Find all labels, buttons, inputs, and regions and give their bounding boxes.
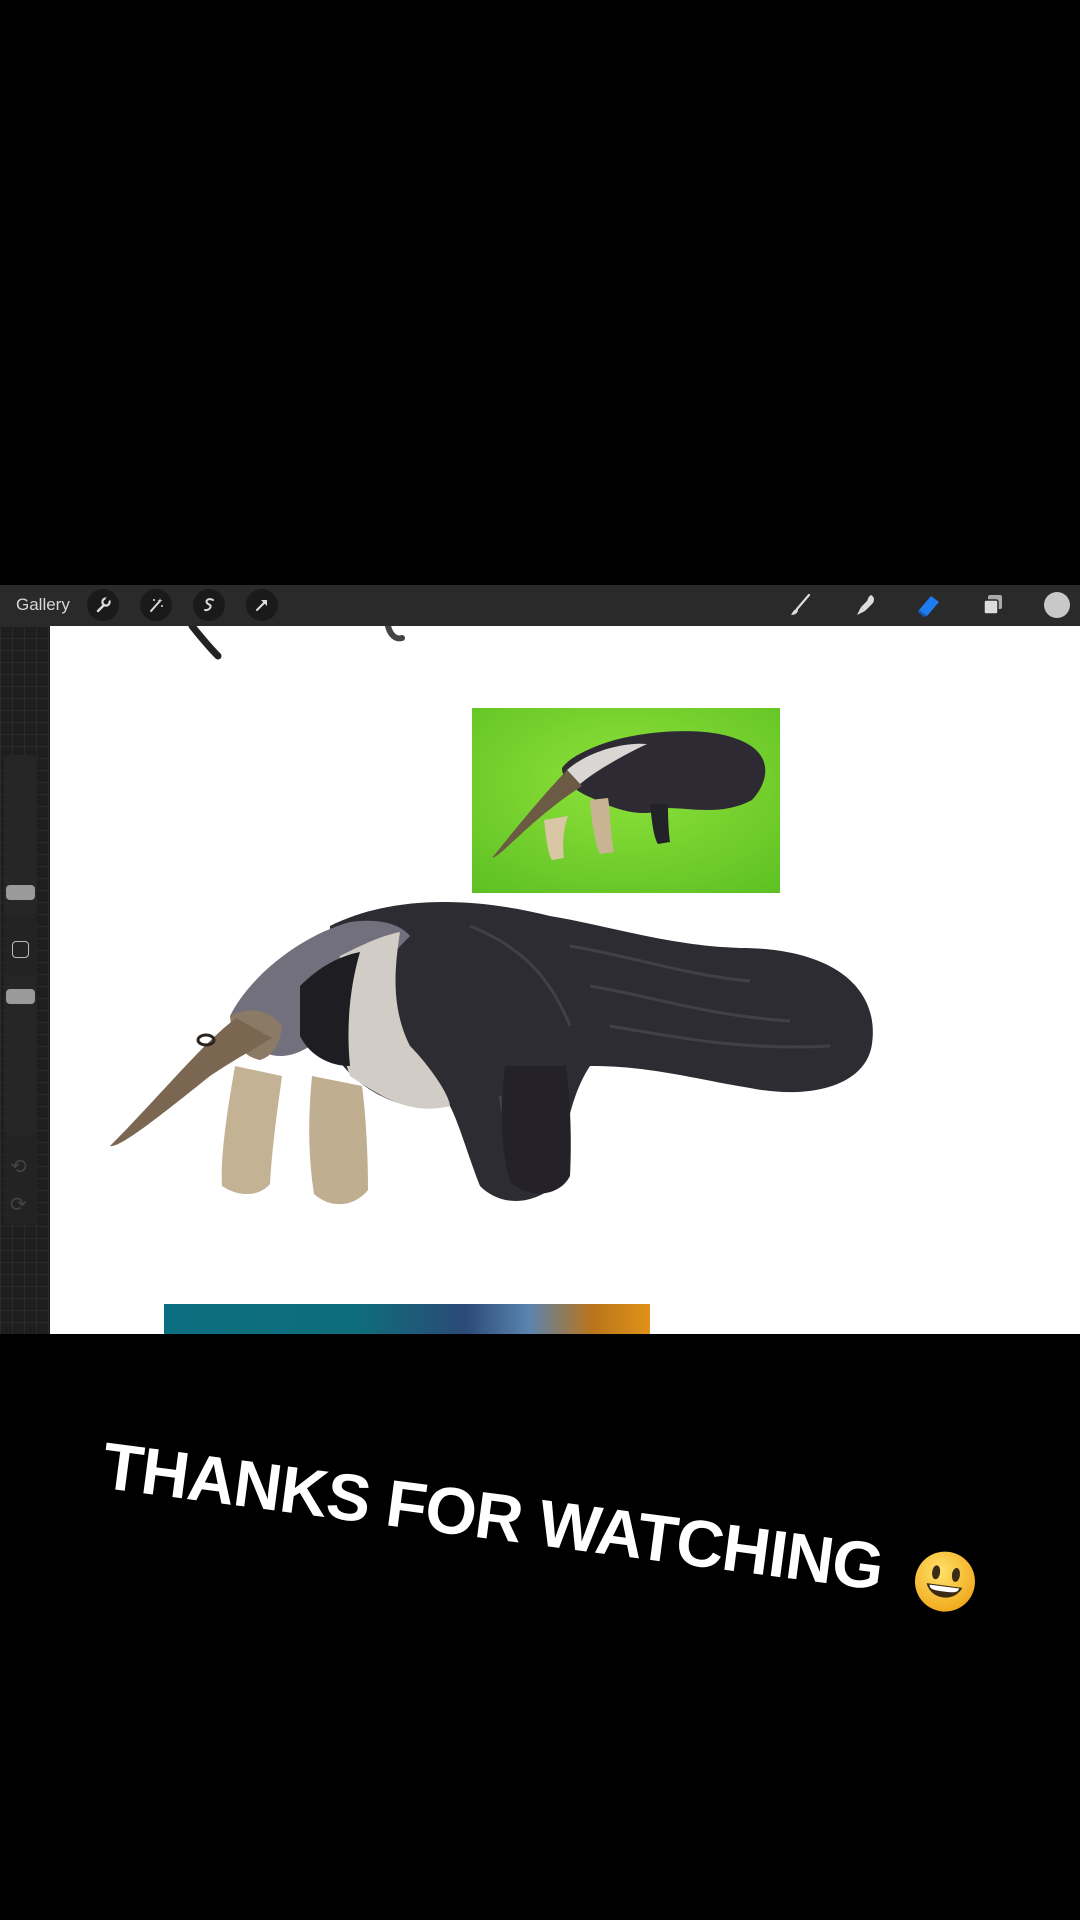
undo-icon[interactable]: ⟲ <box>10 1154 27 1179</box>
brush-size-slider[interactable] <box>4 755 37 915</box>
redo-icon[interactable]: ⟳ <box>10 1192 27 1217</box>
thanks-text: THANKS FOR WATCHING <box>98 1427 888 1605</box>
wrench-icon <box>96 596 111 613</box>
color-swatch <box>1044 592 1070 618</box>
gallery-button[interactable]: Gallery <box>16 595 70 615</box>
anteater-drawing <box>110 902 873 1205</box>
smiley-face-icon <box>914 1551 975 1612</box>
drawing-canvas[interactable] <box>50 626 1080 1334</box>
opacity-slider[interactable] <box>4 975 37 1135</box>
eraser-button[interactable] <box>913 589 945 621</box>
actions-button[interactable] <box>87 589 119 621</box>
layers-button[interactable] <box>977 589 1009 621</box>
opacity-knob[interactable] <box>6 989 35 1004</box>
selection-button[interactable] <box>193 589 225 621</box>
smudge-icon <box>857 595 874 615</box>
top-toolbar: Gallery <box>0 585 1080 626</box>
eraser-icon <box>918 596 939 617</box>
adjustments-button[interactable] <box>140 589 172 621</box>
transform-button[interactable] <box>246 589 278 621</box>
color-button[interactable] <box>1041 589 1073 621</box>
modify-button[interactable] <box>12 941 29 958</box>
left-sidebar: ⟲ ⟳ <box>0 626 50 1334</box>
brush-size-knob[interactable] <box>6 885 35 900</box>
smudge-button[interactable] <box>849 589 881 621</box>
transform-arrow-icon <box>256 600 267 611</box>
layers-icon <box>983 595 1002 615</box>
sidebar-panel: ⟲ ⟳ <box>4 755 37 1225</box>
brush-icon <box>791 593 811 615</box>
thanks-caption: THANKS FOR WATCHING <box>98 1427 982 1617</box>
selection-icon <box>204 598 214 612</box>
gradient-strip <box>164 1304 650 1334</box>
magic-wand-icon <box>150 598 163 612</box>
brush-button[interactable] <box>785 589 817 621</box>
